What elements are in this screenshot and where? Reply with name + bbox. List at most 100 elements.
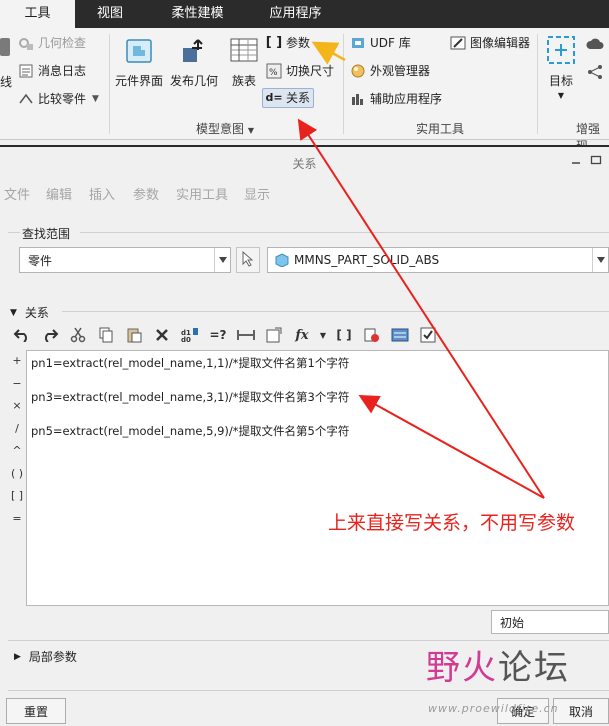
fieldset-border <box>8 232 20 233</box>
menu-insert[interactable]: 插入 <box>89 184 115 203</box>
local-params-toggle[interactable]: ▶ 局部参数 <box>14 648 77 665</box>
relations-toolbar: d1 d0 =? fx ▼ [ ] <box>8 322 442 348</box>
lookup-model-select[interactable]: MMNS_PART_SOLID_ABS <box>267 247 609 273</box>
image-editor-button[interactable]: 图像编辑器 <box>450 33 530 53</box>
lookup-scope-label: 查找范围 <box>22 227 71 241</box>
menu-parameters[interactable]: 参数 <box>133 184 159 203</box>
select-model-button[interactable] <box>236 247 260 273</box>
local-params-icon[interactable] <box>386 323 414 347</box>
switch-dimensions-icon: % <box>266 63 282 79</box>
fieldset-border <box>80 232 609 233</box>
dialog-title: 关系 <box>292 157 317 171</box>
minimize-icon[interactable] <box>570 154 582 166</box>
menu-utilities[interactable]: 实用工具 <box>176 184 228 203</box>
appearance-manager-label: 外观管理器 <box>370 64 431 78</box>
menu-display[interactable]: 显示 <box>244 184 270 203</box>
cursor-arrow-icon <box>242 250 254 270</box>
operator-equals[interactable]: = <box>8 508 26 531</box>
auxiliary-apps-button[interactable]: 辅助应用程序 <box>350 89 442 109</box>
chevron-down-icon: ▼ <box>557 91 565 100</box>
share-icon[interactable] <box>586 64 604 83</box>
tab-tools[interactable]: 工具 <box>0 0 75 28</box>
operator-minus[interactable]: − <box>8 373 26 396</box>
target-button[interactable]: 目标 ▼ <box>541 34 581 100</box>
switch-dimensions-button[interactable]: % 切换尺寸 <box>266 61 334 81</box>
operator-plus[interactable]: + <box>8 350 26 373</box>
section-divider <box>8 690 609 691</box>
paste-icon[interactable] <box>120 323 148 347</box>
evaluate-icon[interactable]: =? <box>204 323 232 347</box>
redo-icon[interactable] <box>36 323 64 347</box>
message-log-icon <box>18 63 34 79</box>
message-log-label: 消息日志 <box>38 64 87 78</box>
relations-button[interactable]: d= 关系 <box>262 88 315 108</box>
forum-url: www.proewildfire.cn <box>428 702 559 715</box>
verify-relations-icon[interactable] <box>358 323 386 347</box>
undo-icon[interactable] <box>8 323 36 347</box>
relation-state-value: 初始 <box>500 615 525 630</box>
tab-applications[interactable]: 应用程序 <box>258 0 333 28</box>
menu-file[interactable]: 文件 <box>4 184 30 203</box>
sort-relations-icon[interactable]: d1 d0 <box>176 323 204 347</box>
model-intent-group-label[interactable]: 模型意图 ▼ <box>196 120 254 137</box>
tab-flexible-modeling[interactable]: 柔性建模 <box>160 0 235 28</box>
compare-part-label: 比较零件 <box>38 92 87 106</box>
insert-function-icon[interactable]: fx <box>288 323 316 347</box>
family-table-button[interactable]: 族表 <box>217 34 271 89</box>
relations-section-toggle[interactable]: ▼ 关系 <box>10 304 49 321</box>
family-table-label: 族表 <box>231 74 256 88</box>
tab-view[interactable]: 视图 <box>84 0 136 28</box>
cut-icon[interactable] <box>64 323 92 347</box>
relations-label: 关系 <box>286 91 311 105</box>
reset-button[interactable]: 重置 <box>6 698 66 724</box>
geometry-check-button[interactable]: 几何检查 <box>18 33 86 53</box>
operator-brackets[interactable]: [ ] <box>8 485 26 508</box>
chevron-down-icon <box>214 248 230 272</box>
relations-icon: d= <box>265 91 283 104</box>
relations-editor[interactable]: pn1=extract(rel_model_name,1,1)/*提取文件名第1… <box>26 350 609 606</box>
delete-icon[interactable] <box>148 323 176 347</box>
relations-section-label: 关系 <box>24 306 49 320</box>
maximize-icon[interactable] <box>590 154 602 166</box>
publish-geometry-icon <box>177 34 211 66</box>
lookup-model-value: MMNS_PART_SOLID_ABS <box>294 253 440 267</box>
operator-divide[interactable]: / <box>8 418 26 441</box>
part-icon <box>274 253 290 267</box>
lookup-type-value: 零件 <box>28 253 53 268</box>
partial-left-icon[interactable] <box>0 38 10 56</box>
publish-geometry-label: 发布几何 <box>169 74 218 88</box>
ribbon-body: 线 几何检查 消息日志 比较零件 ▼ 元件界面 发布几何 族表 [] 参数 %… <box>0 28 609 153</box>
annotation-text: 上来直接写关系，不用写参数 <box>328 512 576 534</box>
brackets-icon[interactable]: [ ] <box>330 323 358 347</box>
udf-library-button[interactable]: UDF 库 <box>350 33 411 53</box>
partial-left-label[interactable]: 线 <box>0 73 12 90</box>
appearance-manager-button[interactable]: 外观管理器 <box>350 61 430 81</box>
insert-parameter-icon[interactable] <box>260 323 288 347</box>
menu-edit[interactable]: 编辑 <box>46 184 72 203</box>
check-relations-icon[interactable] <box>414 323 442 347</box>
dialog-titlebar: 关系 <box>0 145 609 177</box>
operator-power[interactable]: ^ <box>8 440 26 463</box>
chevron-down-icon <box>592 248 608 272</box>
copy-icon[interactable] <box>92 323 120 347</box>
target-icon <box>544 34 578 66</box>
message-log-button[interactable]: 消息日志 <box>18 61 86 81</box>
compare-part-button[interactable]: 比较零件 ▼ <box>18 89 99 109</box>
component-interface-button[interactable]: 元件界面 <box>112 34 166 89</box>
target-label: 目标 <box>548 74 573 88</box>
compare-part-icon <box>18 91 34 107</box>
show-dimension-icon[interactable] <box>232 323 260 347</box>
publish-geometry-button[interactable]: 发布几何 <box>167 34 221 89</box>
parameters-label: 参数 <box>286 36 311 50</box>
cancel-button[interactable]: 取消 <box>553 698 609 724</box>
relation-state-select[interactable]: 初始 <box>491 610 609 634</box>
cloud-upload-icon[interactable] <box>586 36 604 55</box>
operator-multiply[interactable]: × <box>8 395 26 418</box>
lookup-type-select[interactable]: 零件 <box>19 247 231 273</box>
section-border <box>62 311 609 312</box>
chevron-down-icon[interactable]: ▼ <box>316 323 330 347</box>
parameters-button[interactable]: [ ] 参数 <box>266 33 310 53</box>
component-interface-icon <box>122 34 156 66</box>
dialog-menubar: 文件 编辑 插入 参数 实用工具 显示 <box>0 178 609 206</box>
operator-parentheses[interactable]: ( ) <box>8 463 26 486</box>
